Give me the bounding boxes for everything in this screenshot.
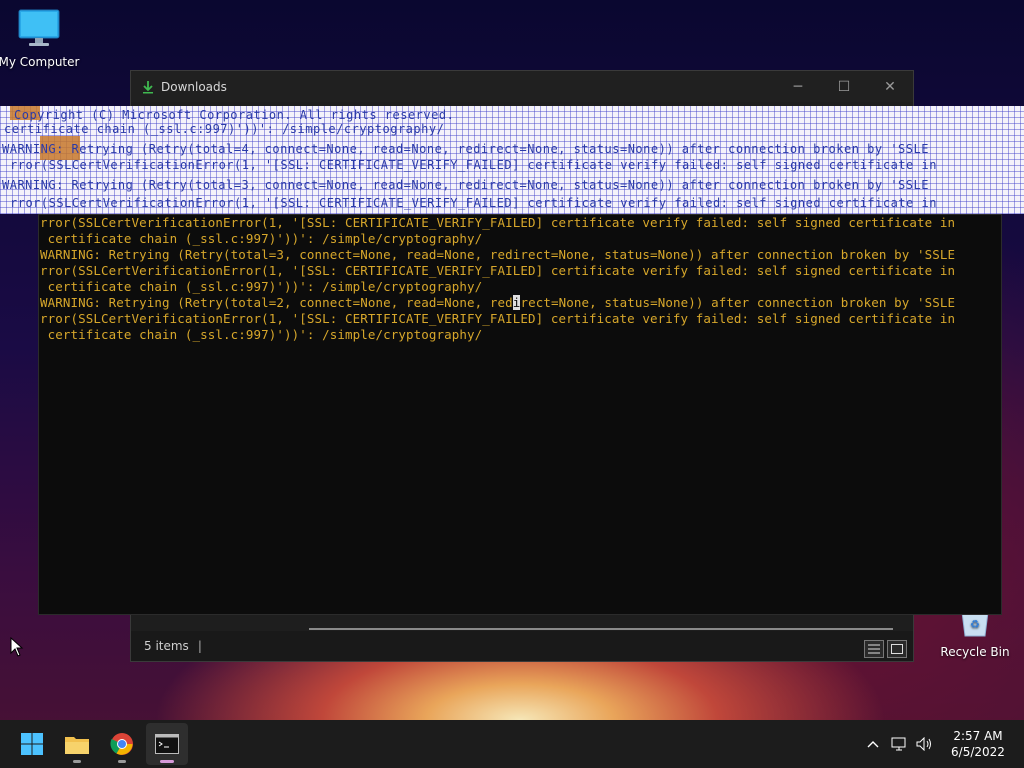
terminal-line: certificate chain (_ssl.c:997)'))': /sim… [40,327,483,342]
windows-start-icon [21,733,43,755]
clock[interactable]: 2:57 AM 6/5/2022 [938,728,1018,760]
network-icon[interactable] [886,737,912,751]
glitch-line: rror(SSLCertVerificationError(1, '[SSL: … [10,196,937,210]
tile-view-icon [891,644,903,654]
terminal-text: WARNING: Retrying (Retry(total=2, connec… [40,295,513,310]
terminal-cursor-line: WARNING: Retrying (Retry(total=2, connec… [39,295,1001,311]
taskbar-file-explorer[interactable] [56,723,98,765]
running-indicator [118,760,126,763]
terminal-text: rect=None, status=None)) after connectio… [520,295,956,310]
monitor-icon [18,9,60,46]
clock-date: 6/5/2022 [951,745,1005,759]
my-computer-label: My Computer [0,55,80,69]
explorer-titlebar[interactable]: Downloads ─ ☐ ✕ [131,71,913,102]
chrome-icon [110,733,133,755]
recycle-bin-label: Recycle Bin [940,645,1010,659]
mouse-pointer-icon [10,637,24,657]
running-indicator [73,760,81,763]
glitch-line: certificate chain (_ssl.c:997)'))': /sim… [4,122,445,136]
tiles-view-button[interactable] [887,640,907,658]
terminal-icon [155,734,179,754]
download-icon [143,80,153,93]
render-glitch-overlay: Copyright (C) Microsoft Corporation. All… [0,106,1024,214]
recycle-bin-desktop-icon[interactable]: ♻ Recycle Bin [930,610,1020,659]
start-button[interactable] [11,723,53,765]
status-separator: | [197,639,202,653]
list-view-icon [868,644,880,654]
details-view-button[interactable] [864,640,884,658]
item-count: 5 items [144,639,189,653]
taskbar-chrome[interactable] [101,723,143,765]
glitch-line: WARNING: Retrying (Retry(total=3, connec… [2,178,929,192]
close-button[interactable]: ✕ [867,71,913,102]
volume-icon[interactable] [912,737,938,751]
terminal-window[interactable]: rror(SSLCertVerificationError(1, '[SSL: … [38,214,1002,615]
taskbar-terminal[interactable] [146,723,188,765]
folder-icon [65,737,89,754]
terminal-line: rror(SSLCertVerificationError(1, '[SSL: … [40,263,956,278]
maximize-button[interactable]: ☐ [821,71,867,102]
clock-time: 2:57 AM [953,729,1003,743]
my-computer-desktop-icon[interactable]: My Computer [0,8,84,69]
horizontal-scrollbar[interactable] [309,628,893,630]
system-tray: 2:57 AM 6/5/2022 [860,728,1024,760]
minimize-button[interactable]: ─ [775,71,821,102]
svg-text:♻: ♻ [970,618,980,631]
terminal-line: certificate chain (_ssl.c:997)'))': /sim… [40,279,483,294]
terminal-line: rror(SSLCertVerificationError(1, '[SSL: … [40,311,956,326]
active-indicator [160,760,174,763]
glitch-line: Copyright (C) Microsoft Corporation. All… [14,108,455,122]
terminal-line: WARNING: Retrying (Retry(total=3, connec… [40,247,956,262]
terminal-line: certificate chain (_ssl.c:997)'))': /sim… [40,231,483,246]
show-hidden-icons-chevron-icon[interactable] [860,740,886,748]
explorer-statusbar: 5 items | [131,631,913,661]
terminal-line: rror(SSLCertVerificationError(1, '[SSL: … [40,215,956,230]
glitch-line: WARNING: Retrying (Retry(total=4, connec… [2,142,929,156]
taskbar: 2:57 AM 6/5/2022 [0,720,1024,768]
explorer-title: Downloads [161,79,227,94]
glitch-line: rror(SSLCertVerificationError(1, '[SSL: … [10,158,937,172]
